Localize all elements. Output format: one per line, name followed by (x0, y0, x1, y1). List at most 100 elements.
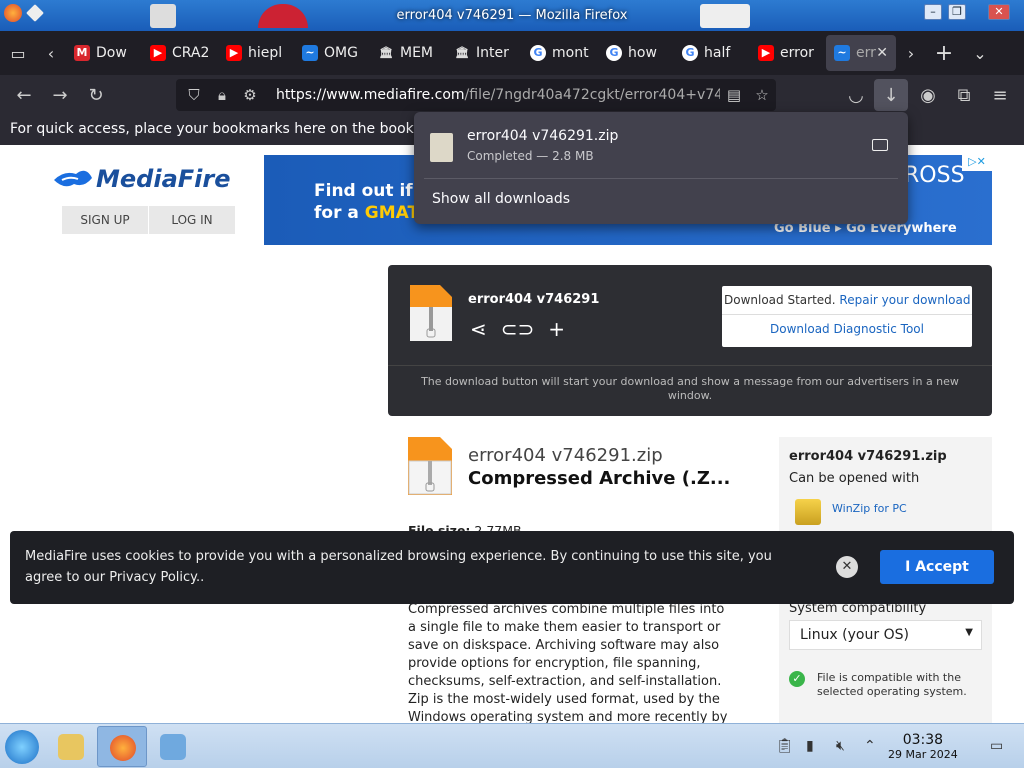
log-in-button[interactable]: LOG IN (149, 206, 235, 234)
url-bar[interactable]: ⛉ 🔒︎ ⚙ https://www.mediafire.com/file/7n… (176, 79, 776, 111)
add-icon[interactable]: + (548, 317, 565, 341)
downloads-icon[interactable]: ↓ (874, 79, 908, 111)
tray-expand-icon[interactable]: ⌃ (864, 738, 876, 754)
window-title: error404 v746291 — Mozilla Firefox (396, 8, 628, 23)
close-tab-icon[interactable]: ✕ (876, 45, 888, 61)
clock-date: 29 Mar 2024 (888, 748, 958, 761)
reader-view-icon[interactable]: ▤ (720, 86, 748, 104)
list-all-tabs-icon[interactable]: ⌄ (962, 35, 998, 71)
tab[interactable]: Gmont (522, 35, 598, 71)
back-icon[interactable]: ← (6, 77, 42, 113)
download-status-text: Download Started. (724, 293, 836, 307)
scroll-tabs-right-icon[interactable]: › (896, 35, 926, 71)
compatibility-status: ✓ File is compatible with the selected op… (789, 671, 992, 699)
tab[interactable]: 🏛 MEM (370, 35, 446, 71)
accept-cookies-button[interactable]: I Accept (880, 550, 994, 584)
tab-active[interactable]: ~ err ✕ (826, 35, 896, 71)
tab-label: Inter (476, 45, 509, 61)
taskbar-firefox[interactable] (97, 726, 147, 767)
zip-file-icon (430, 133, 453, 162)
url-text[interactable]: https://www.mediafire.com/file/7ngdr40a4… (276, 87, 720, 103)
bookmark-star-icon[interactable]: ☆ (748, 86, 776, 104)
google-icon: G (606, 45, 622, 61)
museum-icon: 🏛 (455, 46, 469, 59)
url-domain: https://www.mediafire.com (276, 87, 465, 103)
winzip-icon (795, 499, 821, 525)
tab[interactable]: ▶ error (750, 35, 826, 71)
downloaded-file-name[interactable]: error404 v746291.zip (467, 128, 618, 144)
firefox-icon (110, 735, 136, 761)
ad-text: for a (314, 203, 365, 223)
tab[interactable]: Ghow (598, 35, 674, 71)
close-window-button[interactable]: ✕ (988, 4, 1010, 20)
check-icon: ✓ (789, 671, 805, 687)
link-icon[interactable]: ⊂⊃ (501, 317, 535, 341)
navigation-toolbar: ← → ↻ ⛉ 🔒︎ ⚙ https://www.mediafire.com/f… (0, 75, 1024, 115)
new-tab-icon[interactable]: + (926, 35, 962, 71)
youtube-icon: ▶ (758, 45, 774, 61)
volume-muted-icon[interactable]: 🔇︎ (836, 738, 845, 754)
os-select-value: Linux (your OS) (800, 627, 909, 643)
google-icon: G (682, 45, 698, 61)
shield-icon[interactable]: ⛉ (180, 86, 208, 104)
opened-with-label: Can be opened with (789, 471, 920, 486)
clock[interactable]: 03:38 29 Mar 2024 (888, 732, 958, 761)
cookie-banner: MediaFire uses cookies to provide you wi… (10, 531, 1014, 604)
minimize-button[interactable]: – (924, 4, 942, 20)
tab[interactable]: ▶ CRA2 (142, 35, 218, 71)
download-file-name: error404 v746291 (468, 292, 600, 307)
monitor-icon (160, 734, 186, 760)
scroll-tabs-left-icon[interactable]: ‹ (36, 35, 66, 71)
url-path: /file/7ngdr40a472cgkt/error404+v74 (464, 87, 720, 103)
clock-time: 03:38 (902, 732, 944, 748)
format-description: Compressed archives combine multiple fil… (408, 602, 728, 723)
dropdown-caret-icon: ▼ (965, 627, 973, 638)
battery-icon[interactable]: ▮ (806, 738, 814, 754)
menu-icon[interactable]: ≡ (982, 77, 1018, 113)
file-name-heading: error404 v746291.zip (468, 445, 663, 466)
clipboard-icon[interactable]: 📋︎ (776, 738, 794, 754)
tab[interactable]: ▶ hiepl (218, 35, 294, 71)
web-page: MediaFire SIGN UP LOG IN Find out if y f… (0, 145, 1024, 723)
ad-close-icon[interactable]: ▷✕ (962, 155, 992, 171)
tab-list-icon[interactable]: ▭ (0, 35, 36, 71)
tab[interactable]: M Dow (66, 35, 142, 71)
tab-strip: ▭ ‹ M Dow ▶ CRA2 ▶ hiepl ~ OMG 🏛 MEM 🏛 Inter G… (0, 31, 1024, 75)
youtube-icon: ▶ (226, 45, 242, 61)
winzip-link[interactable]: WinZip for PC (832, 502, 907, 515)
account-icon[interactable]: ◉ (910, 77, 946, 113)
taskbar-file-manager[interactable] (46, 726, 96, 767)
file-type-heading: Compressed Archive (.Z... (468, 468, 731, 489)
tab[interactable]: ~ OMG (294, 35, 370, 71)
download-status: Completed — 2.8 MB (467, 149, 594, 163)
os-select[interactable]: Linux (your OS) ▼ (789, 620, 982, 650)
ad-brand: ROSS (904, 163, 965, 188)
tab-label: err (856, 45, 876, 61)
compatibility-note: File is compatible with the selected ope… (817, 671, 967, 698)
reload-icon[interactable]: ↻ (78, 77, 114, 113)
share-icon[interactable]: ⋖ (470, 317, 487, 341)
forward-icon[interactable]: → (42, 77, 78, 113)
tab[interactable]: Ghalf (674, 35, 750, 71)
sign-up-button[interactable]: SIGN UP (62, 206, 148, 234)
start-button[interactable] (5, 730, 39, 764)
mediafire-logo[interactable]: MediaFire (52, 165, 231, 193)
mediafire-flame-icon (54, 170, 92, 187)
maximize-button[interactable]: ❐ (948, 4, 966, 20)
google-icon: G (530, 45, 546, 61)
permissions-icon[interactable]: ⚙ (236, 86, 264, 104)
show-desktop-icon[interactable]: ▭ (990, 738, 1003, 754)
mega-icon: M (74, 45, 90, 61)
show-all-downloads-button[interactable]: Show all downloads (432, 191, 570, 207)
pocket-icon[interactable]: ◡ (838, 77, 874, 113)
show-in-folder-icon[interactable] (872, 139, 888, 151)
repair-download-link[interactable]: Repair your download (839, 293, 970, 307)
diagnostic-tool-link[interactable]: Download Diagnostic Tool (722, 314, 972, 336)
lock-icon[interactable]: 🔒︎ (208, 86, 236, 104)
extensions-icon[interactable]: ⧉ (946, 77, 982, 113)
cookie-close-icon[interactable]: ✕ (836, 556, 858, 578)
tab-label: how (628, 45, 657, 61)
taskbar-control-panel[interactable] (148, 726, 198, 767)
tab[interactable]: 🏛 Inter (446, 35, 522, 71)
tab-label: MEM (400, 45, 434, 61)
